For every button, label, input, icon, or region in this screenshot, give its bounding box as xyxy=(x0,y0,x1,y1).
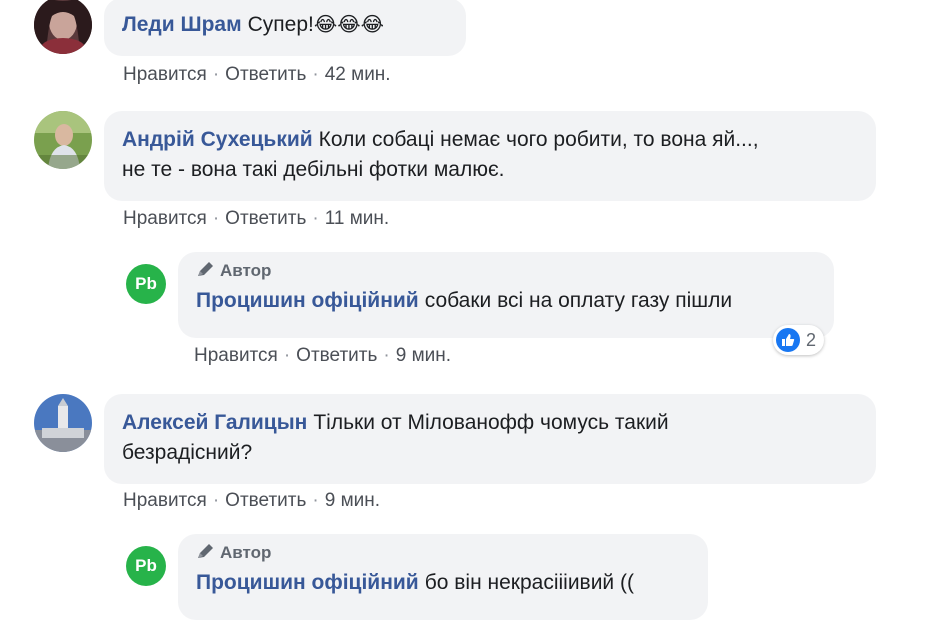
comment-text: Коли собаці немає чого робити, то вона я… xyxy=(318,128,759,151)
comment-bubble: Андрій Сухецький Коли собаці немає чого р… xyxy=(104,111,876,201)
comment-author[interactable]: Андрій Сухецький xyxy=(122,128,313,151)
separator: · xyxy=(283,345,291,366)
reply-link[interactable]: Ответить xyxy=(225,208,306,229)
comment-actions: Нравится · Ответить · 11 мин. xyxy=(123,208,389,230)
comment-text-line2: не те - вона такі дебільні фотки малює. xyxy=(122,158,505,181)
like-link[interactable]: Нравится xyxy=(123,64,207,85)
reply-link[interactable]: Ответить xyxy=(225,490,306,511)
reaction-summary[interactable]: 2 xyxy=(773,325,825,355)
avatar[interactable]: Pb xyxy=(126,264,166,304)
comment-author[interactable]: Процишин офіційний xyxy=(196,571,419,594)
reply-link[interactable]: Ответить xyxy=(296,345,377,366)
pencil-icon xyxy=(198,262,213,276)
comment-text: бо він некрасіііивий (( xyxy=(424,571,634,594)
comment-time[interactable]: 9 мин. xyxy=(325,490,380,511)
separator: · xyxy=(312,64,319,85)
avatar[interactable] xyxy=(34,111,92,169)
avatar-logo-text: Pb xyxy=(135,556,157,575)
comment-author[interactable]: Процишин офіційний xyxy=(196,289,419,312)
like-link[interactable]: Нравится xyxy=(123,490,207,511)
author-badge: Автор xyxy=(196,260,818,282)
comment-time[interactable]: 9 мин. xyxy=(396,345,451,366)
avatar[interactable] xyxy=(34,0,92,54)
separator: · xyxy=(312,490,319,511)
separator: · xyxy=(212,208,220,229)
like-link[interactable]: Нравится xyxy=(194,345,278,366)
comment-text-line2: безрадісний? xyxy=(122,441,253,464)
avatar[interactable]: Pb xyxy=(126,546,166,586)
separator: · xyxy=(383,345,390,366)
comment-bubble: Леди Шрам Супер!😂😂😂 xyxy=(104,0,466,56)
comment-time[interactable]: 42 мин. xyxy=(325,64,391,85)
comment-text: собаки всі на оплату газу пішли xyxy=(424,289,733,312)
author-badge-label: Автор xyxy=(220,261,272,280)
like-link[interactable]: Нравится xyxy=(123,208,207,229)
separator: · xyxy=(312,208,319,229)
reaction-count: 2 xyxy=(806,329,817,350)
comment-author[interactable]: Алексей Галицын xyxy=(122,411,307,434)
laughing-emoji: 😂😂😂 xyxy=(313,14,384,36)
comment-bubble: Алексей Галицын Тільки от Мілованофф чому… xyxy=(104,394,876,484)
author-badge: Автор xyxy=(196,542,692,564)
reply-bubble: Автор Процишин офіційний собаки всі на оп… xyxy=(178,252,834,338)
separator: · xyxy=(212,490,220,511)
avatar[interactable] xyxy=(34,394,92,452)
comment-text: Тільки от Мілованофф чомусь такий xyxy=(313,411,669,434)
like-reaction-icon xyxy=(776,328,800,352)
pencil-icon xyxy=(198,544,213,558)
reply-bubble: Автор Процишин офіційний бо він некрасііі… xyxy=(178,534,708,620)
comment-actions: Нравится · Ответить · 9 мин. xyxy=(123,490,380,512)
reply-link[interactable]: Ответить xyxy=(225,64,306,85)
comment-actions: Нравится · Ответить · 42 мин. xyxy=(123,64,391,86)
avatar-logo-text: Pb xyxy=(135,274,157,293)
comment-time[interactable]: 11 мин. xyxy=(325,208,389,229)
separator: · xyxy=(212,64,220,85)
comment-author[interactable]: Леди Шрам xyxy=(122,13,242,36)
comment-text: Супер! xyxy=(247,13,314,36)
author-badge-label: Автор xyxy=(220,543,272,562)
comment-actions: Нравится · Ответить · 9 мин. xyxy=(194,345,451,367)
